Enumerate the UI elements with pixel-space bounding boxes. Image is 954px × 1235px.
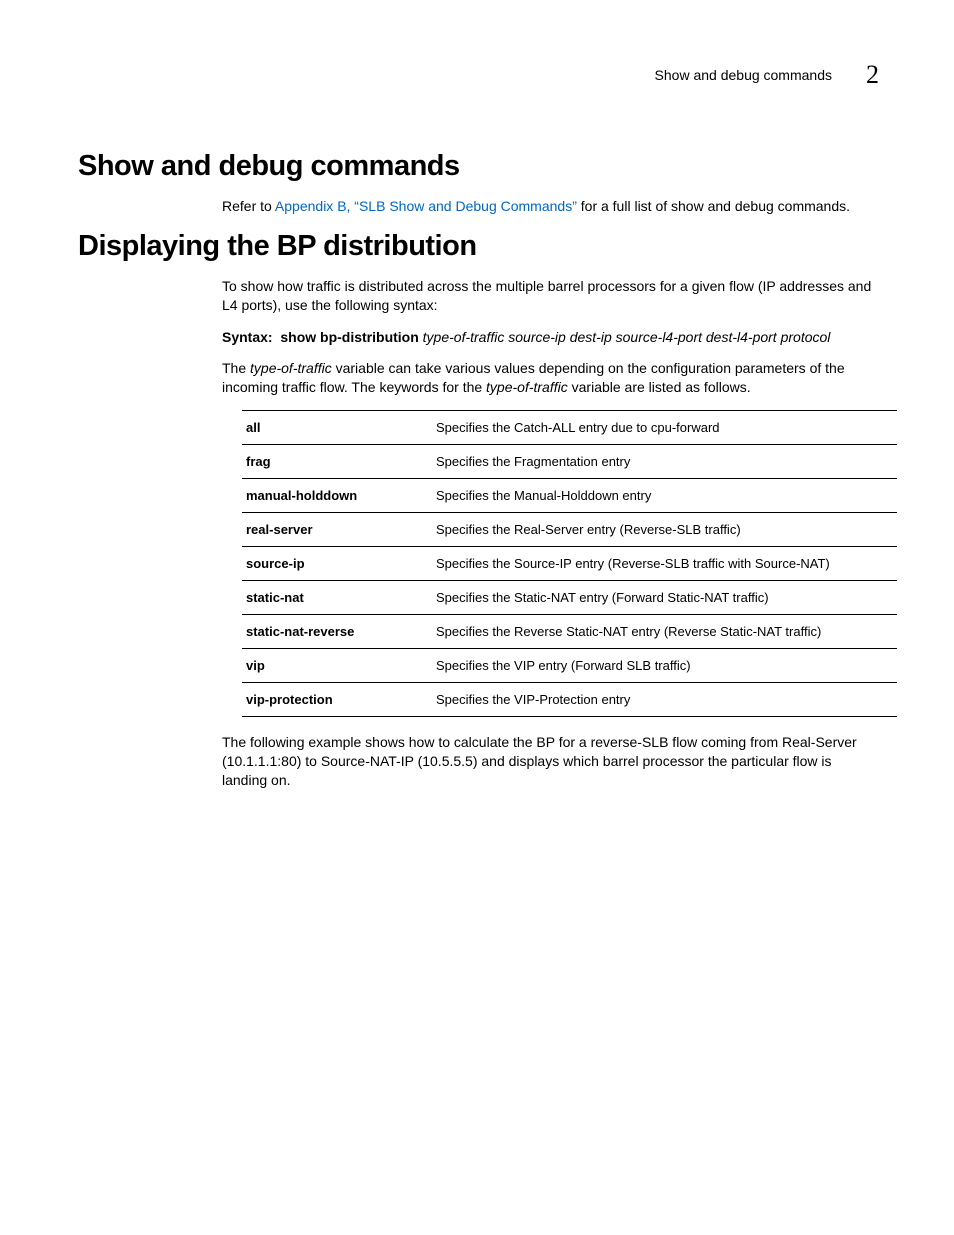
table-row: vip Specifies the VIP entry (Forward SLB… bbox=[242, 649, 897, 683]
table-row: real-server Specifies the Real-Server en… bbox=[242, 513, 897, 547]
appendix-link[interactable]: Appendix B, “SLB Show and Debug Commands… bbox=[275, 198, 577, 214]
syntax-label: Syntax: bbox=[222, 329, 273, 345]
section1-body: Refer to Appendix B, “SLB Show and Debug… bbox=[222, 197, 879, 216]
param-key: real-server bbox=[242, 513, 436, 547]
page-header: Show and debug commands 2 bbox=[78, 60, 879, 90]
intro-paragraph: To show how traffic is distributed acros… bbox=[222, 277, 879, 315]
table-row: manual-holddown Specifies the Manual-Hol… bbox=[242, 479, 897, 513]
syntax-line: Syntax: show bp-distribution type-of-tra… bbox=[222, 329, 879, 345]
text-fragment: Refer to bbox=[222, 198, 275, 214]
table-row: static-nat-reverse Specifies the Reverse… bbox=[242, 615, 897, 649]
type-of-traffic-description: The type-of-traffic variable can take va… bbox=[222, 359, 879, 397]
param-desc: Specifies the Static-NAT entry (Forward … bbox=[436, 581, 897, 615]
text-fragment: The bbox=[222, 360, 250, 376]
chapter-number: 2 bbox=[866, 60, 879, 90]
param-key: static-nat-reverse bbox=[242, 615, 436, 649]
text-fragment: for a full list of show and debug comman… bbox=[577, 198, 850, 214]
example-paragraph: The following example shows how to calcu… bbox=[222, 733, 879, 790]
section1-paragraph: Refer to Appendix B, “SLB Show and Debug… bbox=[222, 197, 879, 216]
variable-name: type-of-traffic bbox=[486, 379, 568, 395]
param-desc: Specifies the Fragmentation entry bbox=[436, 445, 897, 479]
parameters-table: all Specifies the Catch-ALL entry due to… bbox=[242, 410, 897, 717]
param-key: vip bbox=[242, 649, 436, 683]
param-desc: Specifies the VIP entry (Forward SLB tra… bbox=[436, 649, 897, 683]
running-title: Show and debug commands bbox=[655, 67, 832, 83]
table-row: frag Specifies the Fragmentation entry bbox=[242, 445, 897, 479]
syntax-command: show bp-distribution bbox=[280, 329, 418, 345]
param-key: frag bbox=[242, 445, 436, 479]
syntax-args: type-of-traffic source-ip dest-ip source… bbox=[423, 329, 831, 345]
param-key: source-ip bbox=[242, 547, 436, 581]
param-desc: Specifies the VIP-Protection entry bbox=[436, 683, 897, 717]
section-heading-bp-distribution: Displaying the BP distribution bbox=[78, 230, 879, 263]
param-key: static-nat bbox=[242, 581, 436, 615]
page: Show and debug commands 2 Show and debug… bbox=[0, 0, 954, 1235]
param-desc: Specifies the Reverse Static-NAT entry (… bbox=[436, 615, 897, 649]
param-desc: Specifies the Catch-ALL entry due to cpu… bbox=[436, 411, 897, 445]
variable-name: type-of-traffic bbox=[250, 360, 332, 376]
param-desc: Specifies the Real-Server entry (Reverse… bbox=[436, 513, 897, 547]
param-key: all bbox=[242, 411, 436, 445]
parameters-tbody: all Specifies the Catch-ALL entry due to… bbox=[242, 411, 897, 717]
param-desc: Specifies the Manual-Holddown entry bbox=[436, 479, 897, 513]
text-fragment: variable are listed as follows. bbox=[568, 379, 751, 395]
param-key: manual-holddown bbox=[242, 479, 436, 513]
table-row: all Specifies the Catch-ALL entry due to… bbox=[242, 411, 897, 445]
section-heading-show-debug: Show and debug commands bbox=[78, 150, 879, 183]
table-row: static-nat Specifies the Static-NAT entr… bbox=[242, 581, 897, 615]
table-row: source-ip Specifies the Source-IP entry … bbox=[242, 547, 897, 581]
param-desc: Specifies the Source-IP entry (Reverse-S… bbox=[436, 547, 897, 581]
table-row: vip-protection Specifies the VIP-Protect… bbox=[242, 683, 897, 717]
param-key: vip-protection bbox=[242, 683, 436, 717]
section2-body: To show how traffic is distributed acros… bbox=[222, 277, 879, 790]
